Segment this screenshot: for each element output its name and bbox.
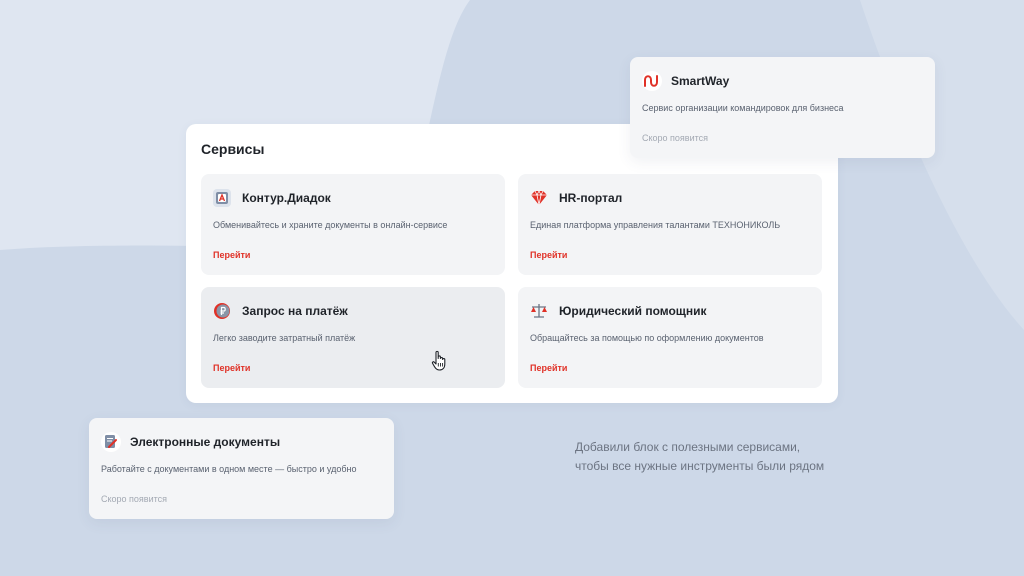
coming-soon-label: Скоро появится [101, 494, 168, 504]
service-card-legal-assistant[interactable]: Юридический помощник Обращайтесь за помо… [518, 287, 822, 388]
smartway-card[interactable]: SmartWay Сервис организации командировок… [630, 57, 935, 158]
diamond-icon [530, 189, 548, 207]
smartway-logo-icon [642, 71, 662, 91]
scales-icon [530, 302, 548, 320]
card-title: SmartWay [671, 74, 730, 88]
card-title: Электронные документы [130, 435, 281, 449]
card-description: Единая платформа управления талантами ТЕ… [530, 220, 781, 230]
go-link[interactable]: Перейти [530, 250, 567, 260]
coming-soon-label: Скоро появится [642, 133, 709, 143]
caption-text: Добавили блок с полезными сервисами, что… [575, 438, 875, 476]
card-description: Работайте с документами в одном месте — … [101, 464, 357, 474]
panel-title: Сервисы [201, 141, 265, 157]
service-card-payment-request[interactable]: Запрос на платёж Легко заводите затратны… [201, 287, 505, 388]
hand-cursor-icon [431, 350, 446, 371]
service-card-hr-portal[interactable]: HR-портал Единая платформа управления та… [518, 174, 822, 275]
services-panel: Сервисы Контур.Диадок Обменивайтесь и хр… [186, 124, 838, 403]
card-description: Легко заводите затратный платёж [213, 333, 356, 343]
go-link[interactable]: Перейти [530, 363, 567, 373]
card-title: HR-портал [559, 191, 623, 205]
service-card-diadoc[interactable]: Контур.Диадок Обменивайтесь и храните до… [201, 174, 505, 275]
document-edit-icon [101, 432, 121, 452]
kontur-diadoc-icon [213, 189, 231, 207]
caption-line: чтобы все нужные инструменты были рядом [575, 459, 825, 473]
go-link[interactable]: Перейти [213, 363, 250, 373]
card-title: Юридический помощник [559, 304, 707, 318]
caption-line: Добавили блок с полезными сервисами, [575, 440, 801, 454]
card-title: Запрос на платёж [242, 304, 348, 318]
ruble-coin-icon [213, 302, 231, 320]
card-description: Сервис организации командировок для бизн… [642, 103, 844, 113]
card-title: Контур.Диадок [242, 191, 331, 205]
card-description: Обращайтесь за помощью по оформлению док… [530, 333, 764, 343]
go-link[interactable]: Перейти [213, 250, 250, 260]
card-description: Обменивайтесь и храните документы в онла… [213, 220, 448, 230]
electronic-documents-card[interactable]: Электронные документы Работайте с докуме… [89, 418, 394, 519]
